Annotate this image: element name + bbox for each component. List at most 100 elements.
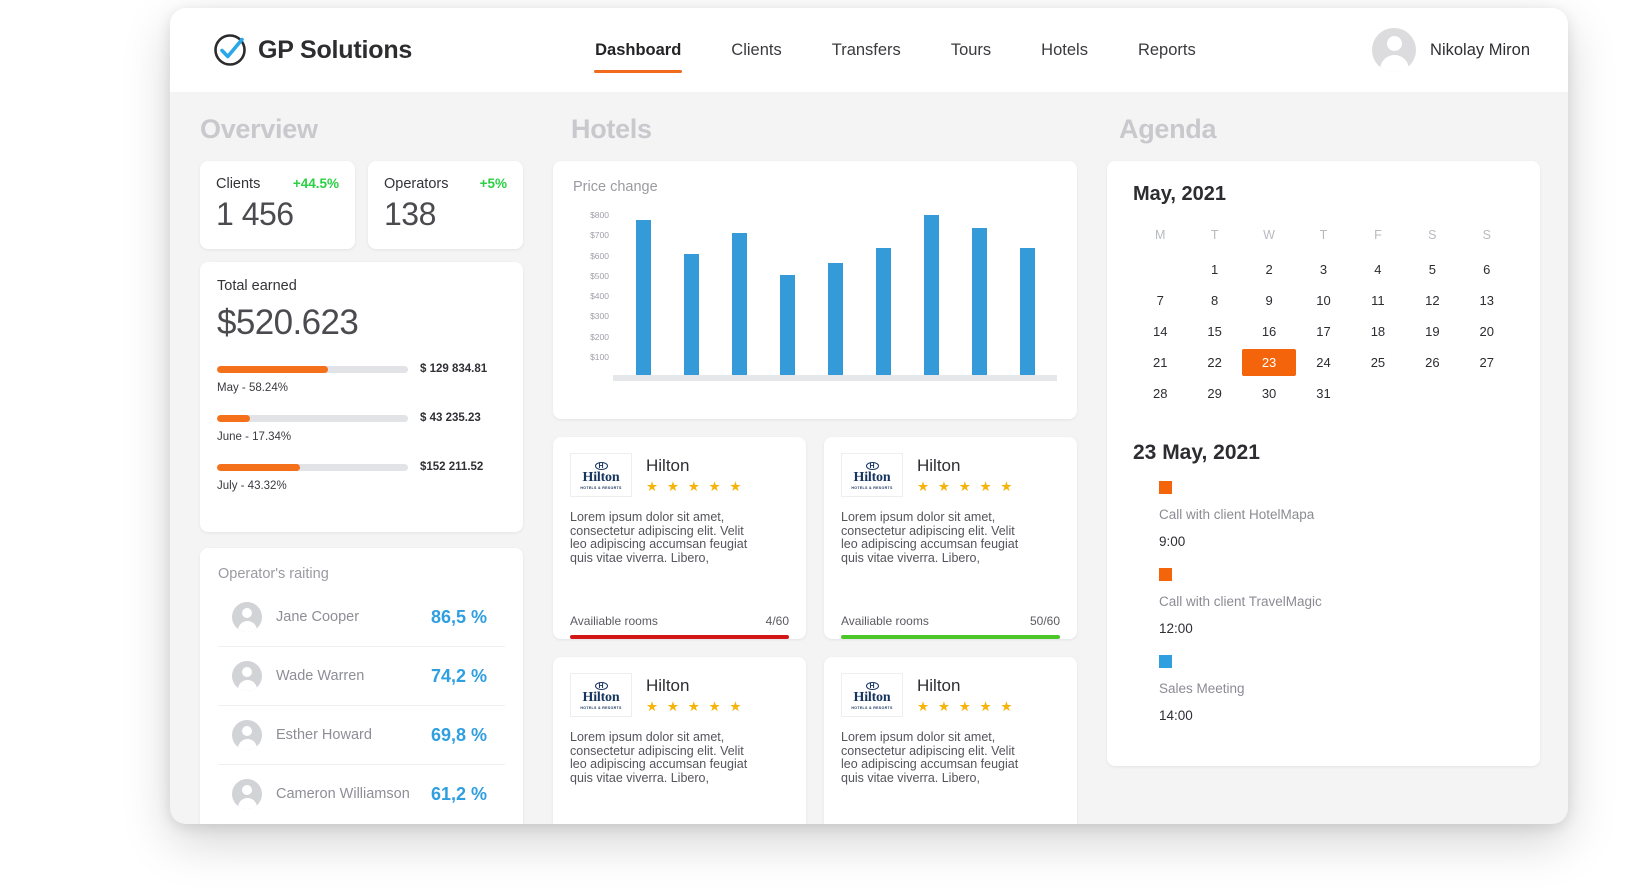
- top-header: GP Solutions Dashboard Clients Transfers…: [170, 8, 1568, 92]
- calendar-day[interactable]: 27: [1460, 349, 1514, 376]
- progress-bar: [217, 366, 408, 373]
- avatar: [232, 602, 262, 632]
- calendar-month-title: May, 2021: [1133, 183, 1514, 206]
- agenda-selected-date: 23 May, 2021: [1133, 441, 1514, 465]
- operator-rating-card: Operator's raiting Jane Cooper 86,5 % Wa…: [200, 548, 523, 824]
- calendar-day[interactable]: 26: [1405, 349, 1459, 376]
- calendar-day[interactable]: 13: [1460, 287, 1514, 314]
- calendar-day[interactable]: 10: [1296, 287, 1350, 314]
- calendar-day[interactable]: 21: [1133, 349, 1187, 376]
- calendar-day[interactable]: 30: [1242, 380, 1296, 407]
- operator-row[interactable]: Wade Warren 74,2 %: [218, 647, 505, 706]
- overview-title: Overview: [200, 114, 523, 145]
- calendar-day[interactable]: 12: [1405, 287, 1459, 314]
- operator-row[interactable]: Cameron Williamson 61,2 %: [218, 765, 505, 823]
- kpi-value: 1 456: [216, 196, 339, 233]
- calendar-day[interactable]: 16: [1242, 318, 1296, 345]
- operator-row[interactable]: Jane Cooper 86,5 %: [218, 588, 505, 647]
- calendar-day[interactable]: 11: [1351, 287, 1405, 314]
- calendar-weekday-header: W: [1242, 222, 1296, 252]
- earnings-sublabel: June - 17.34%: [217, 431, 506, 443]
- chart-y-tick: $100: [590, 352, 609, 362]
- rooms-label: Availiable rooms: [570, 614, 658, 628]
- calendar-day[interactable]: 18: [1351, 318, 1405, 345]
- calendar-day[interactable]: 29: [1187, 380, 1241, 407]
- nav-item-reports[interactable]: Reports: [1113, 41, 1221, 60]
- agenda-event[interactable]: Sales Meeting 14:00: [1159, 655, 1514, 723]
- calendar-day[interactable]: 28: [1133, 380, 1187, 407]
- hilton-logo-icon: H Hilton HOTELS & RESORTS: [841, 453, 903, 497]
- nav-item-hotels[interactable]: Hotels: [1016, 41, 1113, 60]
- chart-area: $800$700$600$500$400$300$200$100: [573, 203, 1057, 403]
- calendar-day[interactable]: 9: [1242, 287, 1296, 314]
- hilton-wordmark: Hilton: [854, 690, 891, 705]
- chart-y-tick: $200: [590, 332, 609, 342]
- operator-name: Esther Howard: [276, 727, 372, 743]
- hotel-description: Lorem ipsum dolor sit amet, consectetur …: [841, 731, 1019, 785]
- calendar-weekday-header: M: [1133, 222, 1187, 252]
- calendar-day[interactable]: 20: [1460, 318, 1514, 345]
- calendar-day[interactable]: 8: [1187, 287, 1241, 314]
- agenda-title: Agenda: [1119, 114, 1540, 145]
- calendar-day-selected[interactable]: 23: [1242, 349, 1296, 376]
- kpi-card-operators[interactable]: Operators +5% 138: [368, 161, 523, 249]
- event-title: Call with client TravelMagic: [1159, 594, 1514, 609]
- chart-bar: [684, 254, 699, 375]
- screenshot-stage: GP Solutions Dashboard Clients Transfers…: [0, 0, 1652, 892]
- calendar-day[interactable]: 4: [1351, 256, 1405, 283]
- operator-name: Cameron Williamson: [276, 786, 410, 802]
- calendar-day[interactable]: 22: [1187, 349, 1241, 376]
- nav-item-dashboard[interactable]: Dashboard: [570, 41, 706, 60]
- progress-fill: [217, 366, 328, 373]
- hilton-monogram: H: [595, 462, 608, 470]
- avatar: [232, 779, 262, 809]
- agenda-event[interactable]: Call with client TravelMagic 12:00: [1159, 568, 1514, 636]
- event-title: Call with client HotelMapa: [1159, 507, 1514, 522]
- agenda-event[interactable]: Call with client HotelMapa 9:00: [1159, 481, 1514, 549]
- operator-score: 74,2 %: [431, 666, 505, 687]
- calendar-day[interactable]: 25: [1351, 349, 1405, 376]
- calendar-day[interactable]: 17: [1296, 318, 1350, 345]
- calendar-day[interactable]: 19: [1405, 318, 1459, 345]
- calendar-day[interactable]: 15: [1187, 318, 1241, 345]
- hilton-wordmark: Hilton: [583, 690, 620, 705]
- calendar-day[interactable]: 5: [1405, 256, 1459, 283]
- hotel-card[interactable]: H Hilton HOTELS & RESORTS Hilton ★ ★ ★ ★…: [553, 437, 806, 639]
- calendar-day[interactable]: 3: [1296, 256, 1350, 283]
- calendar-weekday-header: F: [1351, 222, 1405, 252]
- nav-item-tours[interactable]: Tours: [926, 41, 1016, 60]
- hotel-card[interactable]: H Hilton HOTELS & RESORTS Hilton ★ ★ ★ ★…: [553, 657, 806, 824]
- chart-bar: [1020, 248, 1035, 375]
- total-earned-card: Total earned $520.623 $ 129 834.81 May -…: [200, 262, 523, 532]
- hotel-name: Hilton: [917, 676, 1015, 696]
- earnings-sublabel: May - 58.24%: [217, 382, 506, 394]
- user-menu[interactable]: Nikolay Miron: [1372, 28, 1530, 72]
- calendar-day[interactable]: 14: [1133, 318, 1187, 345]
- brand-logo[interactable]: GP Solutions: [212, 32, 412, 68]
- star-rating-icon: ★ ★ ★ ★ ★: [646, 699, 744, 715]
- nav-item-clients[interactable]: Clients: [706, 41, 806, 60]
- operator-rating-title: Operator's raiting: [218, 566, 505, 582]
- total-earned-label: Total earned: [217, 278, 506, 294]
- hotel-description: Lorem ipsum dolor sit amet, consectetur …: [570, 731, 748, 785]
- calendar-day[interactable]: 31: [1296, 380, 1350, 407]
- calendar-day[interactable]: 2: [1242, 256, 1296, 283]
- hotel-card[interactable]: H Hilton HOTELS & RESORTS Hilton ★ ★ ★ ★…: [824, 437, 1077, 639]
- kpi-delta: +44.5%: [293, 176, 339, 191]
- calendar-day[interactable]: 1: [1187, 256, 1241, 283]
- calendar-day[interactable]: 6: [1460, 256, 1514, 283]
- calendar-day[interactable]: 24: [1296, 349, 1350, 376]
- hotel-description: Lorem ipsum dolor sit amet, consectetur …: [570, 511, 748, 565]
- operator-score: 69,8 %: [431, 725, 505, 746]
- chart-bar: [636, 220, 651, 375]
- calendar-day[interactable]: 7: [1133, 287, 1187, 314]
- agenda-column: Agenda May, 2021 MTWTFSS1234567891011121…: [1085, 92, 1568, 824]
- rooms-availability-bar: [570, 635, 789, 639]
- hotel-card[interactable]: H Hilton HOTELS & RESORTS Hilton ★ ★ ★ ★…: [824, 657, 1077, 824]
- chart-bar: [732, 233, 747, 375]
- event-time: 12:00: [1159, 621, 1514, 636]
- kpi-card-clients[interactable]: Clients +44.5% 1 456: [200, 161, 355, 249]
- operator-row[interactable]: Esther Howard 69,8 %: [218, 706, 505, 765]
- hotels-grid: H Hilton HOTELS & RESORTS Hilton ★ ★ ★ ★…: [553, 437, 1077, 824]
- nav-item-transfers[interactable]: Transfers: [807, 41, 926, 60]
